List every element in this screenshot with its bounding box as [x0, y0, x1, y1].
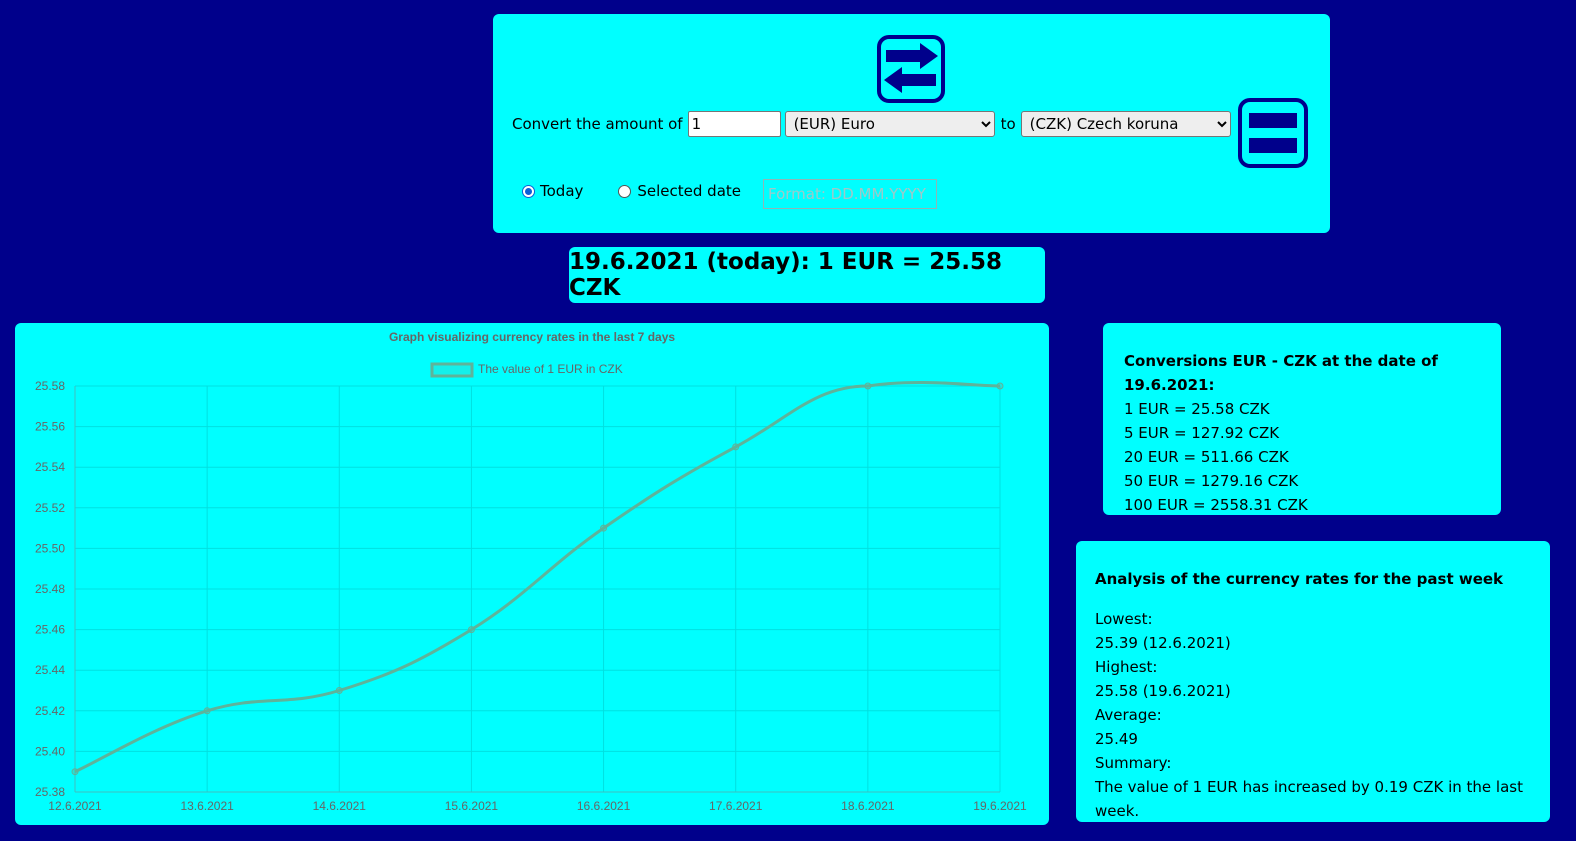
x-tick-label: 12.6.2021	[48, 799, 102, 813]
to-label: to	[1000, 115, 1016, 133]
data-point	[864, 382, 872, 390]
x-tick-label: 18.6.2021	[841, 799, 895, 813]
average-value: 25.49	[1095, 730, 1138, 748]
y-tick-label: 25.48	[35, 582, 65, 596]
equals-icon[interactable]	[1237, 97, 1309, 169]
analysis-panel: Analysis of the currency rates for the p…	[1076, 541, 1550, 822]
summary-label: Summary:	[1095, 754, 1172, 772]
y-tick-label: 25.44	[35, 663, 65, 677]
series-line	[74, 380, 1001, 774]
y-tick-label: 25.54	[35, 460, 65, 474]
data-point	[732, 443, 740, 451]
result-banner: 19.6.2021 (today): 1 EUR = 25.58 CZK	[569, 247, 1045, 303]
rate-chart: Graph visualizing currency rates in the …	[35, 330, 1027, 813]
data-point	[996, 382, 1004, 390]
date-mode-row: Today Selected date	[522, 182, 741, 200]
x-tick-label: 19.6.2021	[973, 799, 1027, 813]
converter-panel: Convert the amount of (EUR) Euro to (CZK…	[493, 14, 1330, 233]
chart-title: Graph visualizing currency rates in the …	[389, 330, 675, 344]
result-text: 19.6.2021 (today): 1 EUR = 25.58 CZK	[569, 249, 1002, 301]
analysis-title: Analysis of the currency rates for the p…	[1095, 570, 1504, 588]
legend-swatch	[430, 362, 474, 378]
y-tick-label: 25.40	[35, 744, 65, 758]
convert-row: Convert the amount of (EUR) Euro to (CZK…	[512, 111, 1231, 137]
legend-label: The value of 1 EUR in CZK	[478, 362, 623, 376]
highest-value: 25.58 (19.6.2021)	[1095, 682, 1231, 700]
date-input[interactable]	[763, 179, 937, 209]
lowest-value: 25.39 (12.6.2021)	[1095, 634, 1231, 652]
summary-value: The value of 1 EUR has increased by 0.19…	[1095, 778, 1523, 820]
x-tick-label: 13.6.2021	[180, 799, 234, 813]
conversion-line: 50 EUR = 1279.16 CZK	[1124, 472, 1299, 490]
y-tick-label: 25.56	[35, 420, 65, 434]
x-tick-label: 14.6.2021	[313, 799, 367, 813]
x-tick-label: 16.6.2021	[577, 799, 631, 813]
y-tick-label: 25.52	[35, 501, 65, 515]
y-tick-label: 25.58	[35, 379, 65, 393]
conversions-title: Conversions EUR - CZK at the date of 19.…	[1124, 352, 1438, 394]
lowest-label: Lowest:	[1095, 610, 1153, 628]
chart-panel: Graph visualizing currency rates in the …	[15, 323, 1049, 825]
x-tick-label: 17.6.2021	[709, 799, 763, 813]
y-tick-label: 25.50	[35, 541, 65, 555]
amount-input[interactable]	[687, 111, 781, 137]
highest-label: Highest:	[1095, 658, 1158, 676]
data-point	[203, 707, 211, 715]
data-point	[467, 626, 475, 634]
y-tick-label: 25.46	[35, 623, 65, 637]
y-tick-label: 25.38	[35, 785, 65, 799]
conversions-panel: Conversions EUR - CZK at the date of 19.…	[1103, 323, 1501, 515]
conversion-line: 20 EUR = 511.66 CZK	[1124, 448, 1289, 466]
convert-label: Convert the amount of	[512, 115, 683, 133]
today-radio[interactable]	[522, 184, 535, 198]
average-label: Average:	[1095, 706, 1162, 724]
data-point	[71, 768, 79, 776]
conversion-line: 100 EUR = 2558.31 CZK	[1124, 496, 1308, 514]
conversion-line: 5 EUR = 127.92 CZK	[1124, 424, 1280, 442]
data-point	[600, 524, 608, 532]
conversion-line: 1 EUR = 25.58 CZK	[1124, 400, 1270, 418]
selected-date-radio[interactable]	[618, 184, 632, 198]
selected-date-radio-label: Selected date	[637, 182, 742, 200]
x-tick-label: 15.6.2021	[445, 799, 499, 813]
y-tick-label: 25.42	[35, 704, 65, 718]
today-radio-label: Today	[540, 182, 584, 200]
swap-arrows-icon[interactable]	[876, 34, 946, 104]
from-currency-select[interactable]: (EUR) Euro	[784, 111, 995, 137]
data-point	[335, 687, 343, 694]
to-currency-select[interactable]: (CZK) Czech koruna	[1020, 111, 1231, 137]
